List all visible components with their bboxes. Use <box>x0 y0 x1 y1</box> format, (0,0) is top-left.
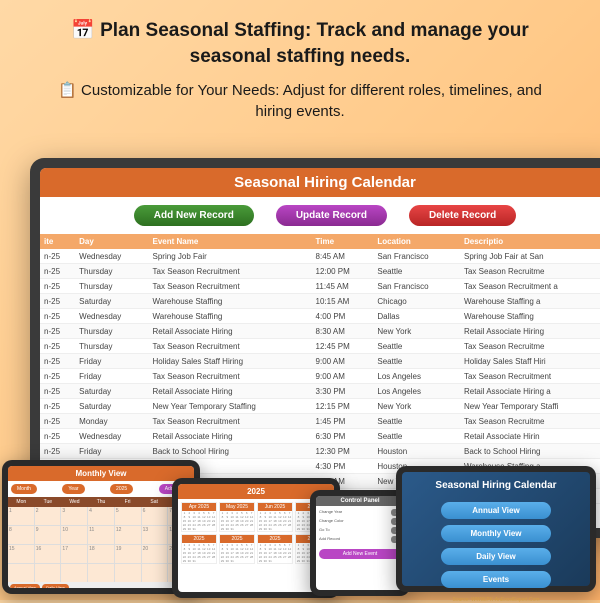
add-record-button[interactable]: Add New Record <box>134 205 254 226</box>
control-title: Control Panel <box>316 496 404 506</box>
year-month[interactable]: 2025123456789101112131415161718192021222… <box>219 534 255 564</box>
calendar-cell[interactable]: 11 <box>88 526 114 544</box>
table-row[interactable]: n-25SaturdayNew Year Temporary Staffing1… <box>40 399 600 414</box>
calendar-cell[interactable] <box>88 564 114 582</box>
day-header: Fri <box>114 497 141 507</box>
col-header: ite <box>40 234 75 249</box>
calendar-cell[interactable]: 15 <box>8 545 34 563</box>
hero-line1: 📅 Plan Seasonal Staffing: Track and mana… <box>40 18 560 69</box>
table-row[interactable]: n-25ThursdayTax Season Recruitment11:45 … <box>40 279 600 294</box>
nav-daily-button[interactable]: Daily View <box>441 548 551 565</box>
table-row[interactable]: n-25WednesdaySpring Job Fair8:45 AMSan F… <box>40 249 600 264</box>
nav-monthly-button[interactable]: Monthly View <box>441 525 551 542</box>
year-month[interactable]: Jun 202512345678910111213141516171819202… <box>257 502 293 532</box>
control-add-event-button[interactable]: Add New Event <box>319 549 401 559</box>
col-header: Time <box>312 234 374 249</box>
calendar-cell[interactable]: 20 <box>142 545 168 563</box>
calendar-cell[interactable]: 18 <box>88 545 114 563</box>
control-item: Change Color→ <box>319 518 401 525</box>
table-row[interactable]: n-25ThursdayTax Season Recruitment12:45 … <box>40 339 600 354</box>
calendar-cell[interactable] <box>61 564 87 582</box>
calendar-cell[interactable]: 8 <box>8 526 34 544</box>
col-header: Day <box>75 234 148 249</box>
annual-view-tab[interactable]: Annual View <box>10 584 40 588</box>
nav-source: Source: WWW.PK-AnExcelExpert.Com <box>453 597 540 603</box>
delete-record-button[interactable]: Delete Record <box>409 205 516 226</box>
table-row[interactable]: n-25FridayTax Season Recruitment9:00 AML… <box>40 369 600 384</box>
calendar-cell[interactable] <box>142 564 168 582</box>
col-header: Location <box>373 234 460 249</box>
calendar-cell[interactable]: 5 <box>115 507 141 525</box>
col-header: Descriptio <box>460 234 600 249</box>
main-title: Seasonal Hiring Calendar <box>40 168 600 197</box>
control-item: Add Record→ <box>319 536 401 543</box>
year-month[interactable]: 2025123456789101112131415161718192021222… <box>257 534 293 564</box>
calendar-cell[interactable]: 12 <box>115 526 141 544</box>
daily-view-tab[interactable]: Daily View <box>42 584 69 588</box>
calendar-cell[interactable]: 10 <box>61 526 87 544</box>
day-header: Wed <box>61 497 88 507</box>
table-row[interactable]: n-25SaturdayWarehouse Staffing10:15 AMCh… <box>40 294 600 309</box>
year-month[interactable]: 2025123456789101112131415161718192021222… <box>181 534 217 564</box>
table-row[interactable]: n-25ThursdayTax Season Recruitment12:00 … <box>40 264 600 279</box>
year-label: Year <box>62 484 84 494</box>
month-select[interactable]: Month <box>11 484 37 494</box>
calendar-cell[interactable] <box>115 564 141 582</box>
calendar-cell[interactable]: 13 <box>142 526 168 544</box>
table-row[interactable]: n-25FridayHoliday Sales Staff Hiring9:00… <box>40 354 600 369</box>
calendar-cell[interactable] <box>8 564 34 582</box>
calendar-cell[interactable]: 4 <box>88 507 114 525</box>
day-header: Thu <box>88 497 115 507</box>
day-header: Sat <box>141 497 168 507</box>
day-header: Mon <box>8 497 35 507</box>
table-row[interactable]: n-25WednesdayRetail Associate Hiring6:30… <box>40 429 600 444</box>
calendar-cell[interactable]: 19 <box>115 545 141 563</box>
nav-title: Seasonal Hiring Calendar <box>435 480 556 491</box>
nav-annual-button[interactable]: Annual View <box>441 502 551 519</box>
calendar-cell[interactable]: 17 <box>61 545 87 563</box>
calendar-cell[interactable]: 1 <box>8 507 34 525</box>
control-item: Go To→ <box>319 527 401 534</box>
nav-events-button[interactable]: Events <box>441 571 551 588</box>
table-row[interactable]: n-25WednesdayWarehouse Staffing4:00 PMDa… <box>40 309 600 324</box>
calendar-cell[interactable]: 3 <box>61 507 87 525</box>
hero-line2: 📋 Customizable for Your Needs: Adjust fo… <box>40 81 560 122</box>
control-item: Change Year→ <box>319 509 401 516</box>
calendar-cell[interactable] <box>35 564 61 582</box>
calendar-cell[interactable]: 9 <box>35 526 61 544</box>
calendar-cell[interactable]: 2 <box>35 507 61 525</box>
col-header: Event Name <box>149 234 312 249</box>
monthly-title: Monthly View <box>8 466 194 481</box>
table-row[interactable]: n-25ThursdayRetail Associate Hiring8:30 … <box>40 324 600 339</box>
monthly-tablet: Monthly View Month Year 2025 Add New Mon… <box>2 460 200 594</box>
calendar-cell[interactable]: 16 <box>35 545 61 563</box>
year-month[interactable]: May 202512345678910111213141516171819202… <box>219 502 255 532</box>
control-panel-tablet: Control Panel Change Year→ Change Color→ G… <box>310 490 410 596</box>
update-record-button[interactable]: Update Record <box>276 205 387 226</box>
calendar-cell[interactable]: 6 <box>142 507 168 525</box>
nav-tablet: Seasonal Hiring Calendar Annual View Mon… <box>396 466 596 592</box>
table-row[interactable]: n-25SaturdayRetail Associate Hiring3:30 … <box>40 384 600 399</box>
day-header: Tue <box>35 497 62 507</box>
table-row[interactable]: n-25MondayTax Season Recruitment1:45 PMS… <box>40 414 600 429</box>
year-month[interactable]: Apr 202512345678910111213141516171819202… <box>181 502 217 532</box>
year-select[interactable]: 2025 <box>110 484 133 494</box>
table-row[interactable]: n-25FridayBack to School Hiring12:30 PMH… <box>40 444 600 459</box>
